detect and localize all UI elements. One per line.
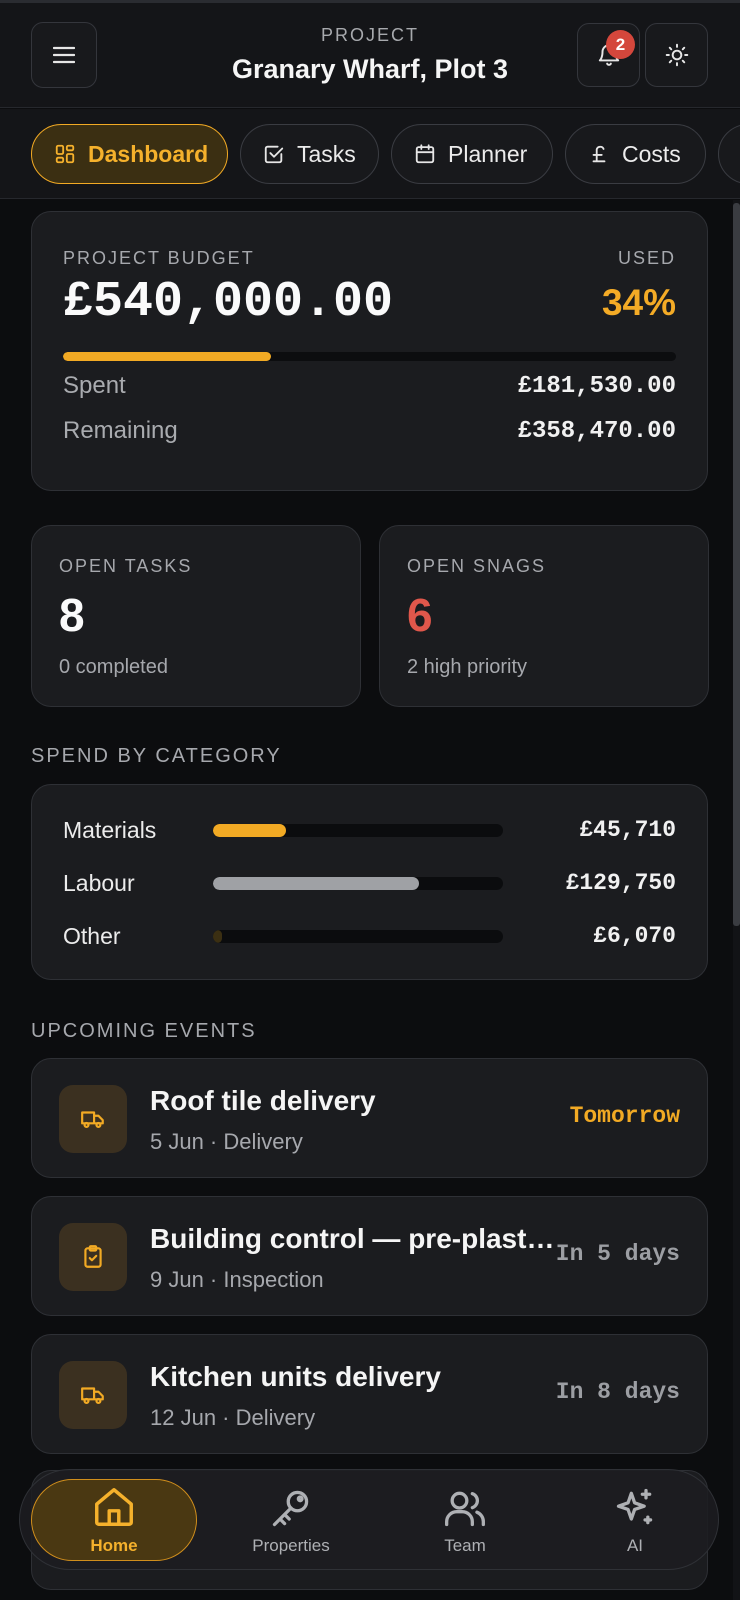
event-meta: 9 Jun · Inspection [150,1267,324,1292]
notification-badge: 2 [606,30,635,59]
scrollbar-thumb[interactable] [733,203,740,926]
sun-icon [665,43,688,67]
users-icon [445,1491,485,1526]
calendar-icon [415,144,435,164]
category-bar [213,929,503,943]
open-snags-card[interactable]: OPEN SNAGS 6 2 high priority [379,525,709,707]
event-card[interactable]: Kitchen units delivery 12 Jun · Delivery… [31,1334,708,1454]
budget-progress-bar [63,352,676,361]
category-name: Labour [63,869,135,896]
nav-label: Team [444,1535,486,1555]
budget-label: PROJECT BUDGET [63,248,255,268]
event-title: Roof tile delivery [150,1085,376,1116]
open-tasks-sub: 0 completed [59,656,168,678]
event-title: Building control — pre-plaster inspectio… [150,1223,560,1254]
used-percentage: 34% [601,282,676,323]
category-bar [213,876,503,890]
tab-planner[interactable]: Planner [391,124,553,184]
tab-more[interactable] [718,124,740,184]
event-when: In 5 days [555,1241,680,1267]
budget-card: PROJECT BUDGET USED £540,000.00 34% Spen… [31,211,708,491]
nav-ai[interactable]: AI [565,1470,705,1571]
used-label: USED [617,248,676,268]
key-icon [272,1490,309,1526]
category-bar-fill [213,876,419,890]
event-icon-tile [59,1085,127,1153]
truck-icon [81,1111,104,1128]
tab-label: Tasks [297,140,356,167]
menu-button[interactable] [31,22,97,88]
tab-tasks[interactable]: Tasks [240,124,379,184]
app-header: PROJECT Granary Wharf, Plot 3 2 [0,0,740,108]
open-snags-count: 6 [407,589,433,641]
nav-team[interactable]: Team [390,1470,540,1571]
remaining-row: Remaining £358,470.00 [63,417,676,445]
project-name: Granary Wharf, Plot 3 [231,54,509,84]
pound-icon [592,145,606,163]
budget-progress-fill [63,352,272,361]
nav-home[interactable]: Home [31,1479,197,1561]
category-value: £129,750 [565,870,676,896]
open-snags-sub: 2 high priority [407,656,528,678]
home-icon [95,1488,133,1526]
spent-row: Spent £181,530.00 [63,372,676,400]
checkbox-icon [264,145,284,164]
event-title: Kitchen units delivery [150,1361,441,1392]
event-when: Tomorrow [569,1103,680,1129]
header-title: PROJECT Granary Wharf, Plot 3 [170,25,570,85]
sparkles-icon [616,1488,653,1524]
spent-label: Spent [63,372,126,399]
event-card[interactable]: Roof tile delivery 5 Jun · Delivery Tomo… [31,1058,708,1178]
category-name: Other [63,922,121,949]
events-section-title: UPCOMING EVENTS [31,1020,257,1042]
tab-label: Dashboard [88,140,209,167]
event-icon-tile [59,1223,127,1291]
event-icon-tile [59,1361,127,1429]
nav-label: Home [90,1536,138,1555]
nav-label: Properties [252,1535,330,1555]
open-tasks-label: OPEN TASKS [59,556,193,576]
category-row: Other £6,070 [63,921,676,951]
dashboard-icon [55,144,75,164]
event-card[interactable]: Building control — pre-plaster inspectio… [31,1196,708,1316]
menu-icon [53,46,75,64]
bottom-nav: Home Properties Team AI [19,1469,719,1570]
notifications-button[interactable]: 2 [577,23,640,87]
open-tasks-card[interactable]: OPEN TASKS 8 0 completed [31,525,361,707]
tab-bar: Dashboard Tasks Planner Costs [0,109,740,199]
budget-amount: £540,000.00 [63,274,394,331]
category-value: £6,070 [593,923,676,949]
open-tasks-count: 8 [59,589,85,641]
tab-costs[interactable]: Costs [565,124,706,184]
spent-value: £181,530.00 [517,372,676,400]
clipboard-check-icon [84,1245,102,1268]
category-row: Labour £129,750 [63,868,676,898]
category-bar-fill [213,823,286,837]
tab-dashboard[interactable]: Dashboard [31,124,228,184]
remaining-value: £358,470.00 [517,417,676,445]
spend-category-card: Materials £45,710 Labour £129,750 Other … [31,784,708,980]
tab-label: Planner [448,140,528,167]
category-name: Materials [63,816,157,843]
event-when: In 8 days [555,1379,680,1405]
open-snags-label: OPEN SNAGS [407,556,547,576]
category-bar [213,823,503,837]
header-eyebrow: PROJECT [320,25,419,45]
theme-toggle-button[interactable] [645,23,708,87]
category-value: £45,710 [579,817,676,843]
remaining-label: Remaining [63,417,178,444]
spend-section-title: SPEND BY CATEGORY [31,745,282,767]
tab-label: Costs [622,140,681,167]
nav-properties[interactable]: Properties [216,1470,366,1571]
category-row: Materials £45,710 [63,815,676,845]
event-meta: 5 Jun · Delivery [150,1129,303,1154]
truck-icon [81,1387,104,1404]
nav-label: AI [626,1535,644,1555]
category-bar-fill [213,929,222,943]
event-meta: 12 Jun · Delivery [150,1405,316,1430]
